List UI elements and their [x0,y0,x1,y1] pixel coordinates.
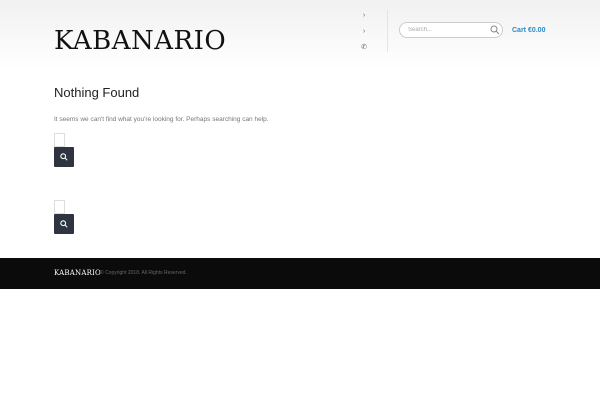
header-search [399,22,503,38]
footer-logo[interactable]: KABANARIO [54,269,101,277]
header-search-input[interactable] [408,24,484,36]
page-title: Nothing Found [54,85,140,100]
not-found-message: It seems we can't find what you're looki… [54,116,269,123]
search-form [54,133,74,167]
chevron-right-icon[interactable]: › [359,28,369,44]
site-logo[interactable]: KABANARIO [54,27,226,55]
search-button[interactable] [54,214,74,234]
header-divider [387,10,388,52]
search-field[interactable] [54,133,65,147]
search-button[interactable] [54,147,74,167]
phone-icon[interactable]: ✆ [359,44,369,60]
search-form [54,200,74,234]
site-footer: KABANARIO © Copyright 2018. All Rights R… [0,258,600,289]
search-field[interactable] [54,200,65,214]
cart-link[interactable]: Cart €0.00 [512,26,545,35]
chevron-right-icon[interactable]: › [359,12,369,28]
search-icon [60,220,68,228]
search-icon[interactable] [490,25,500,35]
site-header: KABANARIO › › ✆ Cart €0.00 [0,0,600,70]
copyright-text: © Copyright 2018. All Rights Reserved. [100,270,187,276]
logo-text: KABANARIO [54,26,227,56]
top-icon-list: › › ✆ [359,12,369,60]
search-icon [60,153,68,161]
